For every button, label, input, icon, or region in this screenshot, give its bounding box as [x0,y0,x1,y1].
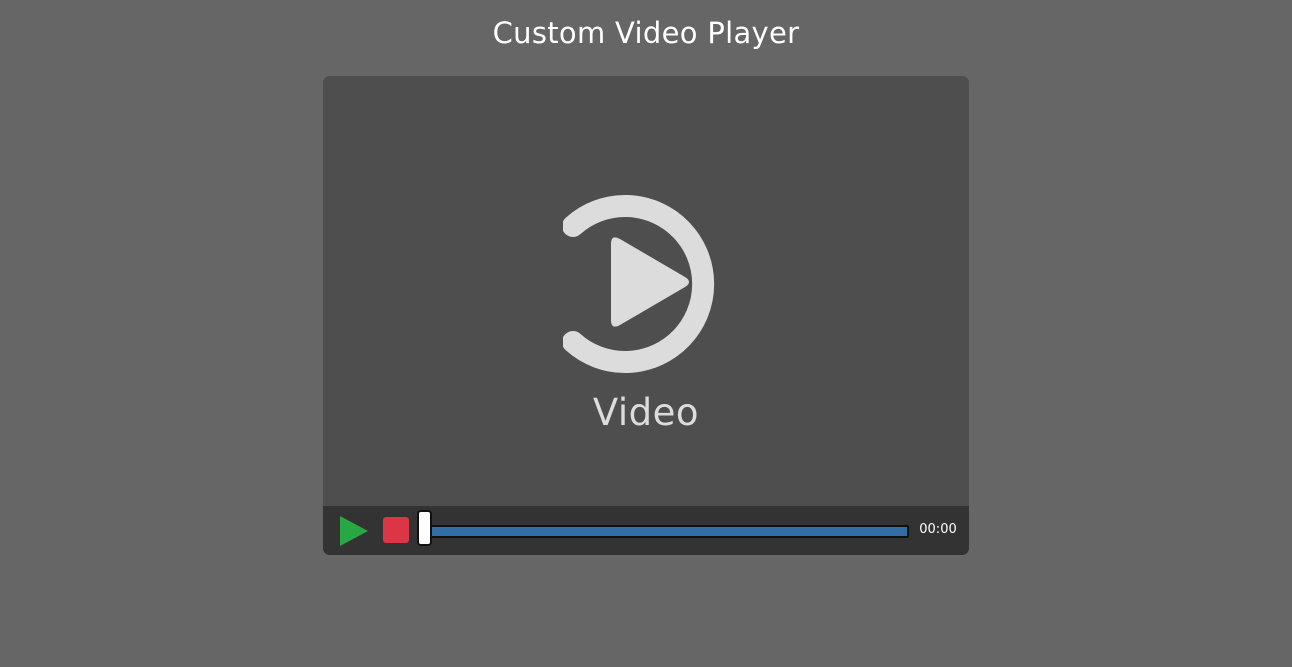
timestamp: 00:00 [919,522,957,537]
stop-icon[interactable] [383,517,409,543]
progress-thumb[interactable] [417,510,432,546]
page-title: Custom Video Player [492,16,800,50]
progress-slider[interactable] [417,510,909,546]
progress-track[interactable] [423,525,909,538]
play-circle-icon [563,195,715,373]
play-icon[interactable] [339,515,369,547]
control-bar: 00:00 [323,506,969,555]
video-screen[interactable]: Video [323,76,969,506]
video-player: Video 00:00 [323,76,969,555]
video-caption: Video [592,391,700,434]
